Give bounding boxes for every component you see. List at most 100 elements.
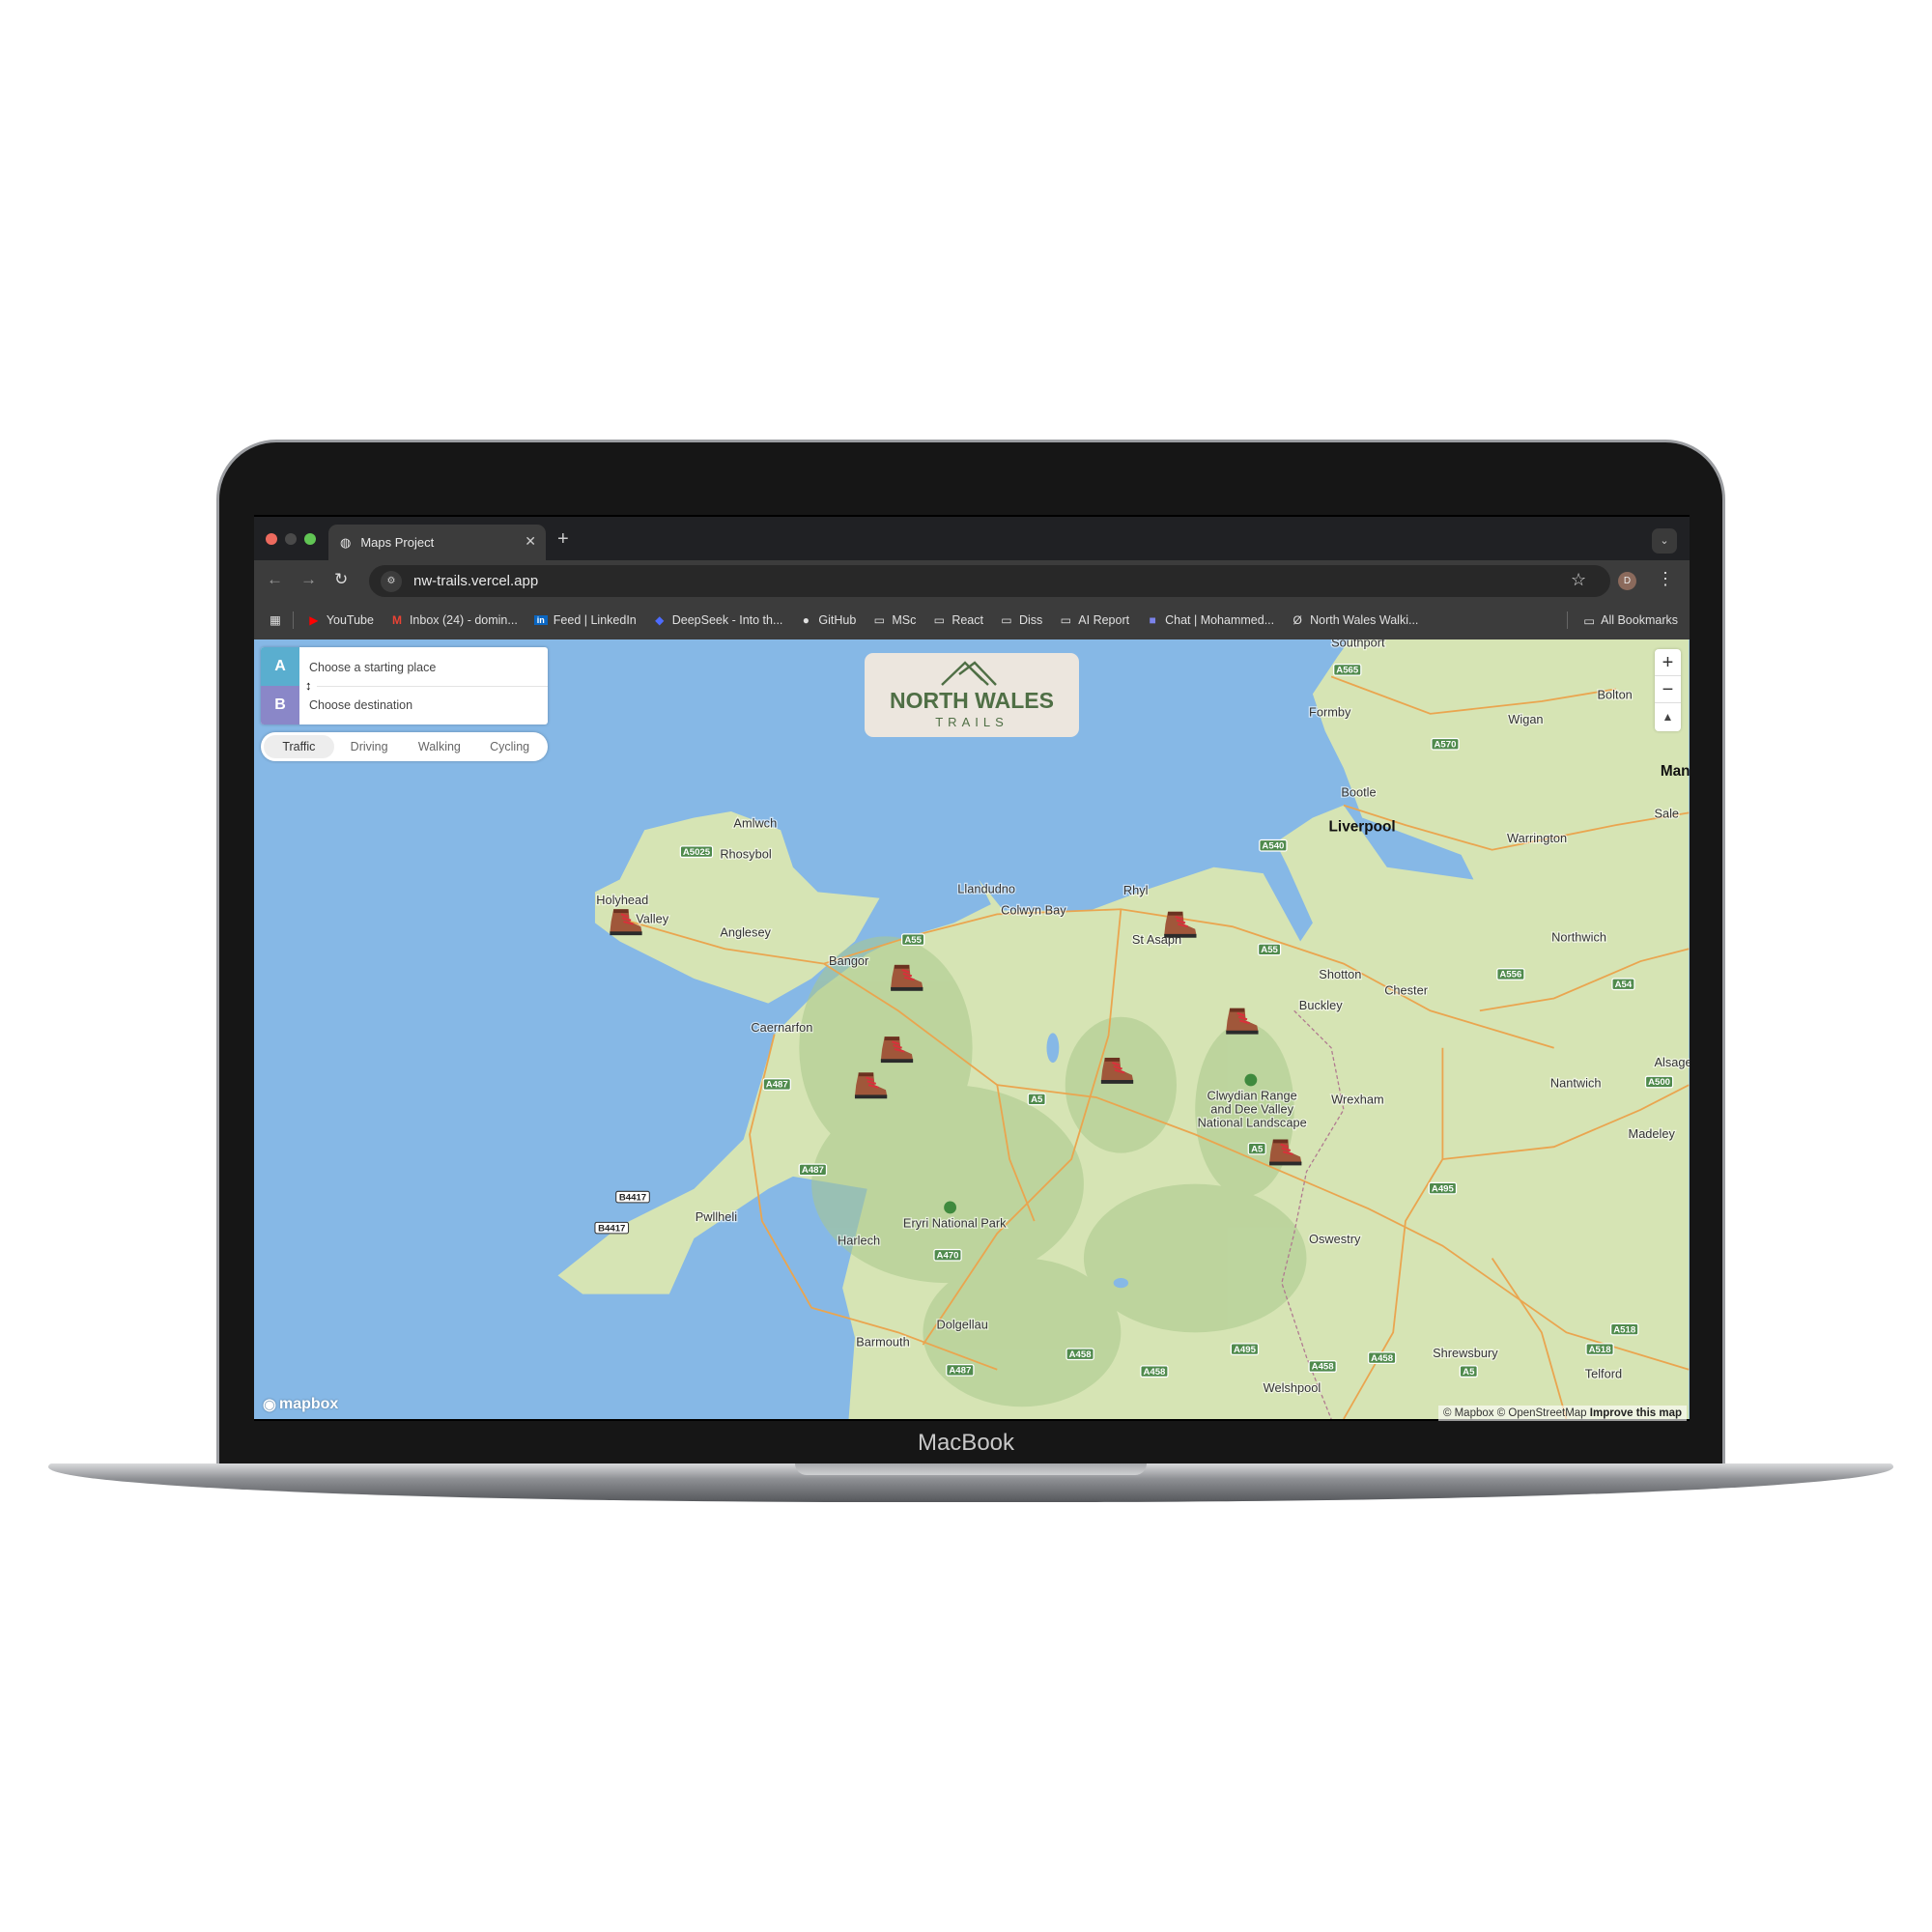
road-badge: A500 <box>1648 1077 1670 1088</box>
label-buckley: Buckley <box>1299 998 1343 1012</box>
tab-maps-project[interactable]: ◍ Maps Project ✕ <box>328 525 546 560</box>
reload-icon[interactable]: ↻ <box>334 570 348 589</box>
label-bootle: Bootle <box>1341 785 1376 800</box>
label-barmouth: Barmouth <box>856 1334 909 1349</box>
road-badge: A495 <box>1432 1183 1455 1194</box>
bookmark-folder-msc[interactable]: ▭ MSc <box>872 613 917 627</box>
map-attribution: © Mapbox © OpenStreetMap Improve this ma… <box>1437 1406 1687 1421</box>
mode-walking[interactable]: Walking <box>405 735 475 758</box>
youtube-icon: ▶ <box>309 612 319 627</box>
label-nantwich: Nantwich <box>1550 1076 1602 1091</box>
label-dolgellau: Dolgellau <box>936 1317 987 1331</box>
bookmark-youtube[interactable]: ▶ YouTube <box>307 613 374 627</box>
label-warrington: Warrington <box>1507 831 1567 845</box>
label-clwydian-range: and Dee Valley <box>1210 1102 1293 1117</box>
label-chester: Chester <box>1384 983 1429 998</box>
label-formby: Formby <box>1309 704 1351 719</box>
bookmark-label: DeepSeek - Into th... <box>671 612 783 627</box>
bookmarks-bar: ▦ ▶ YouTube M Inbox (24) - domin... in Feed… <box>254 600 1690 639</box>
bookmark-linkedin[interactable]: in Feed | LinkedIn <box>533 613 637 627</box>
mapbox-icon: ◉ <box>263 1397 276 1413</box>
road-badge: A487 <box>949 1366 971 1377</box>
label-colwyn-bay: Colwyn Bay <box>1001 902 1066 917</box>
zoom-out-button[interactable]: − <box>1655 676 1681 703</box>
bookmark-north-wales-walking[interactable]: Ø North Wales Walki... <box>1291 613 1418 627</box>
bookmark-label: YouTube <box>326 612 374 627</box>
label-shotton: Shotton <box>1319 967 1361 981</box>
mapbox-wordmark: mapbox <box>278 1396 339 1412</box>
minimize-window-button[interactable] <box>285 533 297 545</box>
maximize-window-button[interactable] <box>304 533 316 545</box>
github-icon: ● <box>802 612 810 627</box>
bookmark-gmail[interactable]: M Inbox (24) - domin... <box>390 613 518 627</box>
origin-input[interactable]: Choose a starting place <box>309 661 436 674</box>
globe-icon: ◍ <box>340 534 352 550</box>
travel-mode-toggle: Traffic Driving Walking Cycling <box>261 732 548 761</box>
label-northwich: Northwich <box>1551 930 1606 945</box>
bookmark-label: AI Report <box>1078 612 1130 627</box>
label-bangor: Bangor <box>829 953 869 968</box>
back-icon[interactable]: ← <box>267 570 283 589</box>
attribution-text[interactable]: © Mapbox © OpenStreetMap <box>1443 1407 1587 1419</box>
park-icon <box>1244 1073 1258 1087</box>
bookmark-label: GitHub <box>818 612 857 627</box>
road-badge: A518 <box>1613 1324 1636 1335</box>
bookmark-folder-ai-report[interactable]: ▭ AI Report <box>1059 613 1129 627</box>
label-holyhead: Holyhead <box>596 893 648 907</box>
improve-map-link[interactable]: Improve this map <box>1590 1407 1682 1419</box>
zoom-in-button[interactable]: + <box>1655 649 1681 676</box>
tab-search-button[interactable]: ⌄ <box>1652 528 1677 554</box>
folder-icon: ▭ <box>1001 612 1012 627</box>
mode-driving[interactable]: Driving <box>334 735 405 758</box>
deepseek-icon: ◆ <box>655 612 665 627</box>
folder-icon: ▭ <box>1583 613 1596 628</box>
road-badge: A5 <box>1031 1094 1043 1105</box>
road-badge: B4417 <box>619 1192 646 1203</box>
bookmark-label: Diss <box>1018 612 1043 627</box>
all-bookmarks-button[interactable]: ▭ All Bookmarks <box>1567 611 1678 629</box>
close-window-button[interactable] <box>266 533 277 545</box>
road-badge: A458 <box>1143 1367 1166 1378</box>
label-harlech: Harlech <box>838 1233 880 1247</box>
mode-traffic[interactable]: Traffic <box>264 735 334 758</box>
profile-avatar[interactable]: D <box>1618 572 1636 590</box>
label-valley: Valley <box>636 911 669 925</box>
bookmark-teams-chat[interactable]: ■ Chat | Mohammed... <box>1146 613 1274 627</box>
bookmark-github[interactable]: ● GitHub <box>799 612 857 627</box>
label-alsager: Alsager <box>1654 1055 1690 1069</box>
new-tab-button[interactable]: + <box>557 528 569 551</box>
label-telford: Telford <box>1585 1367 1622 1381</box>
bookmark-folder-react[interactable]: ▭ React <box>932 613 983 627</box>
address-bar[interactable]: ⚙ nw-trails.vercel.app <box>369 565 1610 597</box>
site-settings-icon[interactable]: ⚙ <box>381 570 402 592</box>
mapbox-logo[interactable]: ◉ mapbox <box>263 1395 338 1414</box>
road-badge: A565 <box>1336 666 1359 676</box>
bookmark-label: Inbox (24) - domin... <box>409 612 518 627</box>
compass-button[interactable]: ▲ <box>1655 703 1681 730</box>
road-badge: B4417 <box>598 1223 625 1234</box>
label-llandudno: Llandudno <box>957 882 1015 896</box>
bookmark-folder-diss[interactable]: ▭ Diss <box>1000 613 1042 627</box>
label-oswestry: Oswestry <box>1309 1232 1361 1246</box>
mode-cycling[interactable]: Cycling <box>474 735 545 758</box>
bookmark-deepseek[interactable]: ◆ DeepSeek - Into th... <box>653 612 783 627</box>
forward-icon[interactable]: → <box>300 570 317 589</box>
north-wales-trails-logo: NORTH WALES TRAILS <box>865 653 1079 737</box>
close-tab-icon[interactable]: ✕ <box>525 533 536 550</box>
label-eryri-national-park: Eryri National Park <box>903 1215 1007 1230</box>
menu-icon[interactable]: ⋮ <box>1657 569 1674 589</box>
road-badge: A570 <box>1434 739 1456 750</box>
gmail-icon: M <box>391 612 402 627</box>
divider <box>317 686 548 687</box>
swap-icon[interactable]: ↕ <box>305 678 312 693</box>
laptop-hinge-notch <box>795 1463 1147 1475</box>
road-badge: A54 <box>1615 980 1633 990</box>
bookmark-label: React <box>952 612 983 627</box>
destination-input[interactable]: Choose destination <box>309 698 412 712</box>
label-shrewsbury: Shrewsbury <box>1433 1346 1498 1360</box>
label-wrexham: Wrexham <box>1331 1092 1384 1106</box>
bookmark-star-icon[interactable]: ☆ <box>1571 570 1586 590</box>
road-badge: A5025 <box>683 847 711 858</box>
tab-title: Maps Project <box>360 535 435 550</box>
apps-icon[interactable]: ▦ <box>270 612 281 627</box>
